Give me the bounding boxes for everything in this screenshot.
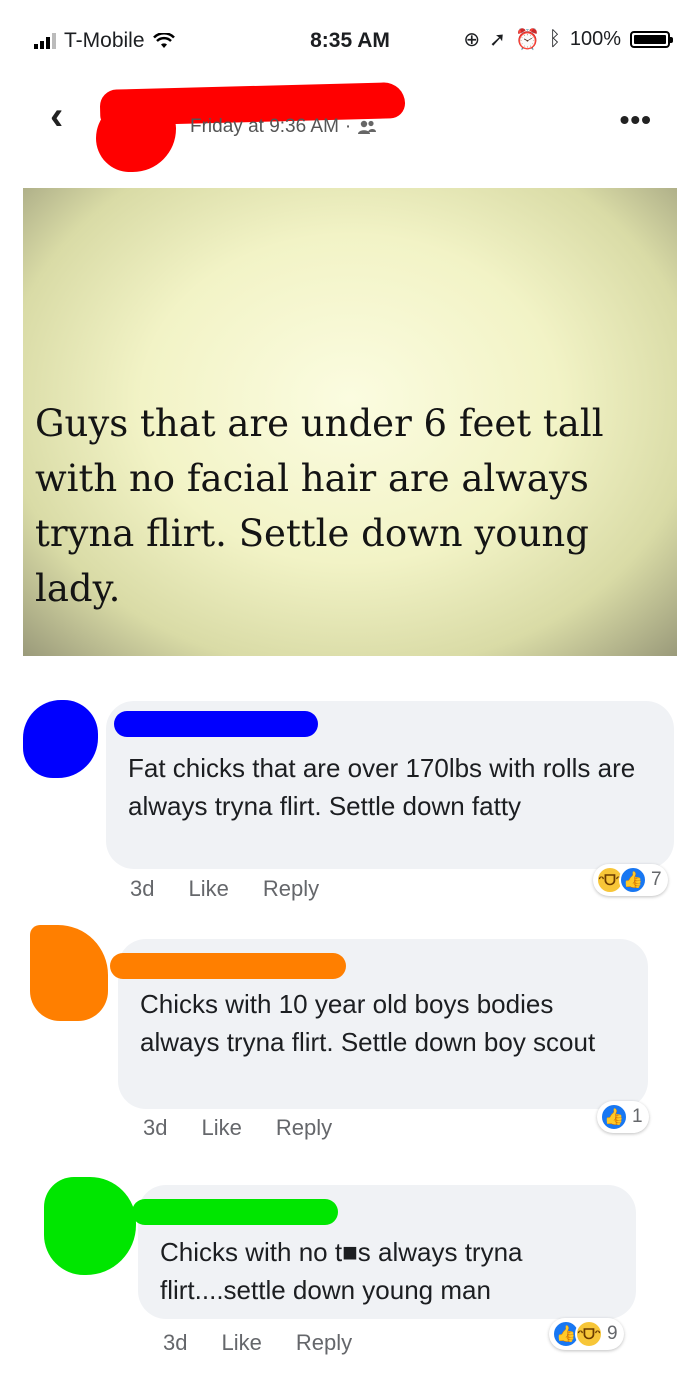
reaction-summary[interactable]: 👍 ᵔᗜᵔ 9 xyxy=(549,1318,624,1350)
post-timestamp[interactable]: Friday at 9:36 AM xyxy=(190,116,339,138)
reaction-summary[interactable]: 👍 1 xyxy=(597,1101,649,1133)
like-reaction-icon: 👍 xyxy=(619,866,647,894)
back-chevron-icon[interactable]: ‹ xyxy=(50,94,63,139)
reaction-count: 1 xyxy=(632,1106,643,1127)
comment-actions: 3d Like Reply xyxy=(130,876,319,902)
comment-2: Chicks with 10 year old boys bodies alwa… xyxy=(0,923,700,1153)
redacted-avatar xyxy=(23,700,98,778)
post-header: ‹ Friday at 9:36 AM · ••• xyxy=(0,80,700,172)
reaction-count: 7 xyxy=(651,869,662,890)
meme-text: Guys that are under 6 feet tall with no … xyxy=(35,402,604,610)
alarm-icon: ⏰ xyxy=(514,29,540,51)
comment-bubble: Chicks with no t■s always tryna flirt...… xyxy=(132,1185,636,1319)
comment-actions: 3d Like Reply xyxy=(143,1115,332,1141)
haha-reaction-icon: ᵔᗜᵔ xyxy=(575,1320,603,1348)
battery-percent: 100% xyxy=(569,28,621,50)
like-reaction-icon: 👍 xyxy=(600,1103,628,1131)
redacted-commenter-name[interactable] xyxy=(114,711,318,737)
meta-separator: · xyxy=(344,116,352,137)
reply-link[interactable]: Reply xyxy=(296,1330,352,1356)
redacted-commenter-name[interactable] xyxy=(110,953,346,979)
status-bar: T-Mobile 8:35 AM ⊕ ➚ ⏰ ᛒ 100% xyxy=(0,0,700,80)
redacted-commenter-name[interactable] xyxy=(132,1199,338,1225)
location-icon: ➚ xyxy=(489,29,506,51)
comment-bubble: Chicks with 10 year old boys bodies alwa… xyxy=(110,939,648,1109)
friends-icon xyxy=(358,120,377,134)
battery-icon xyxy=(630,31,673,48)
post-meta: Friday at 9:36 AM · xyxy=(190,116,377,138)
comment-age: 3d xyxy=(143,1115,168,1140)
reply-link[interactable]: Reply xyxy=(263,876,319,902)
redacted-avatar xyxy=(30,925,108,1021)
like-link[interactable]: Like xyxy=(201,1115,241,1141)
comment-actions: 3d Like Reply xyxy=(163,1330,352,1356)
more-options-icon[interactable]: ••• xyxy=(620,104,652,136)
like-link[interactable]: Like xyxy=(188,876,228,902)
reaction-summary[interactable]: ᵔᗜᵔ 👍 7 xyxy=(593,864,668,896)
comment-3: Chicks with no t■s always tryna flirt...… xyxy=(0,1175,700,1400)
comment-age: 3d xyxy=(130,876,155,901)
reaction-count: 9 xyxy=(607,1323,618,1344)
comment-bubble: Fat chicks that are over 170lbs with rol… xyxy=(106,701,674,869)
bluetooth-icon: ᛒ xyxy=(548,28,561,50)
comment-text: Chicks with 10 year old boys bodies alwa… xyxy=(140,989,596,1057)
status-bar-right: ⊕ ➚ ⏰ ᛒ 100% xyxy=(463,27,673,52)
redacted-avatar xyxy=(44,1177,136,1275)
comment-1: Fat chicks that are over 170lbs with rol… xyxy=(0,698,700,908)
reply-link[interactable]: Reply xyxy=(276,1115,332,1141)
comment-age: 3d xyxy=(163,1330,188,1355)
post-image[interactable]: Guys that are under 6 feet tall with no … xyxy=(23,188,677,656)
comment-text: Chicks with no t■s always tryna flirt...… xyxy=(160,1237,523,1305)
comment-text: Fat chicks that are over 170lbs with rol… xyxy=(128,753,636,821)
lock-rotation-icon: ⊕ xyxy=(463,29,481,51)
like-link[interactable]: Like xyxy=(221,1330,261,1356)
